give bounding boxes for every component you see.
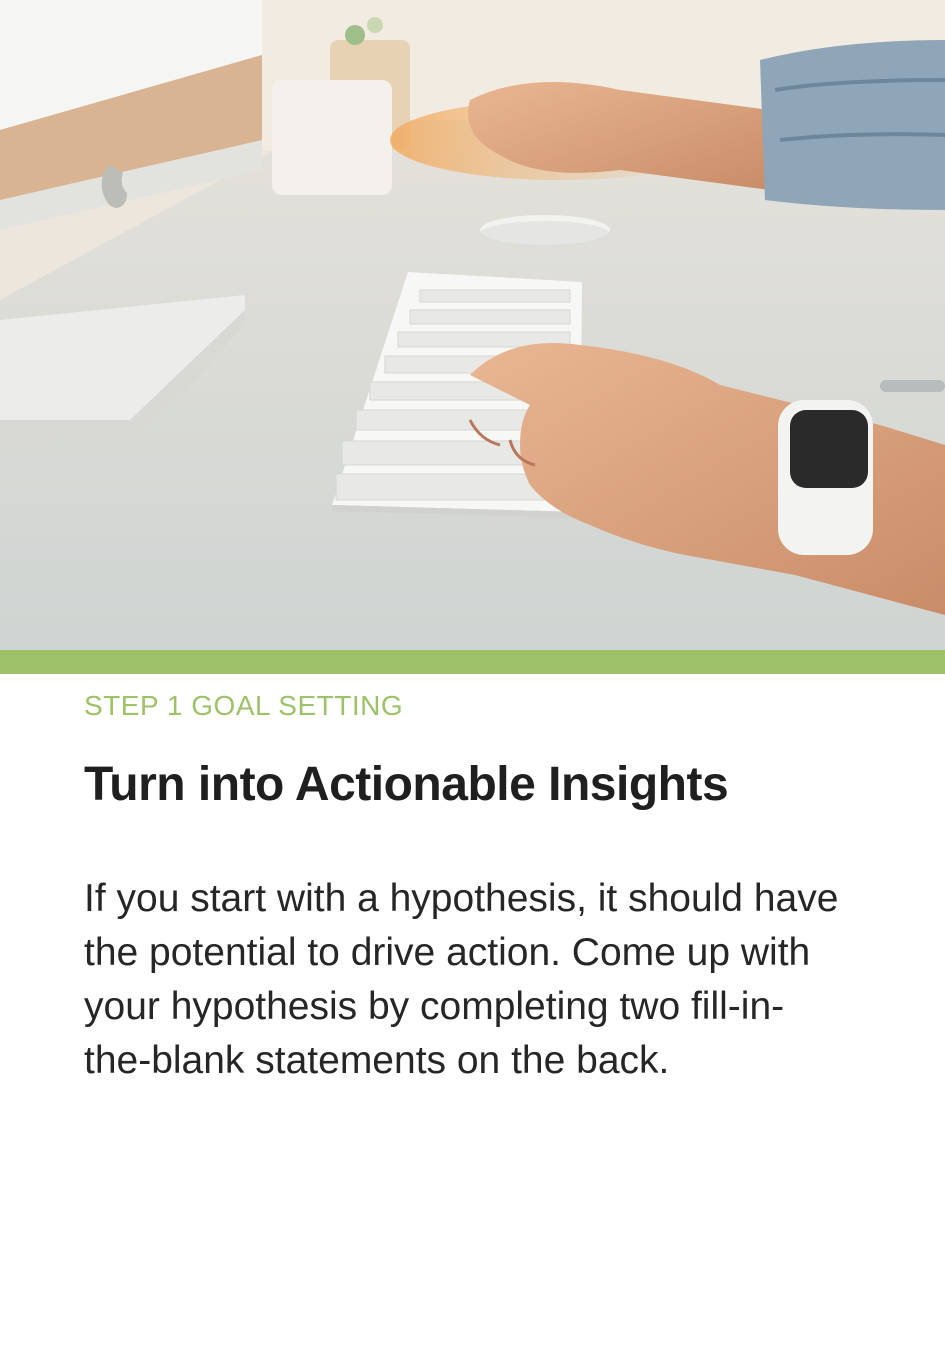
watch-face-shape <box>790 410 868 488</box>
denim-sleeve-shape <box>760 40 945 210</box>
step-label: STEP 1 GOAL SETTING <box>84 690 404 721</box>
card-title: Turn into Actionable Insights <box>84 758 729 811</box>
accent-divider <box>0 650 945 674</box>
desk-illustration <box>0 0 945 650</box>
card-body: If you start with a hypothesis, it shoul… <box>84 877 839 1082</box>
hero-photo <box>0 0 945 650</box>
